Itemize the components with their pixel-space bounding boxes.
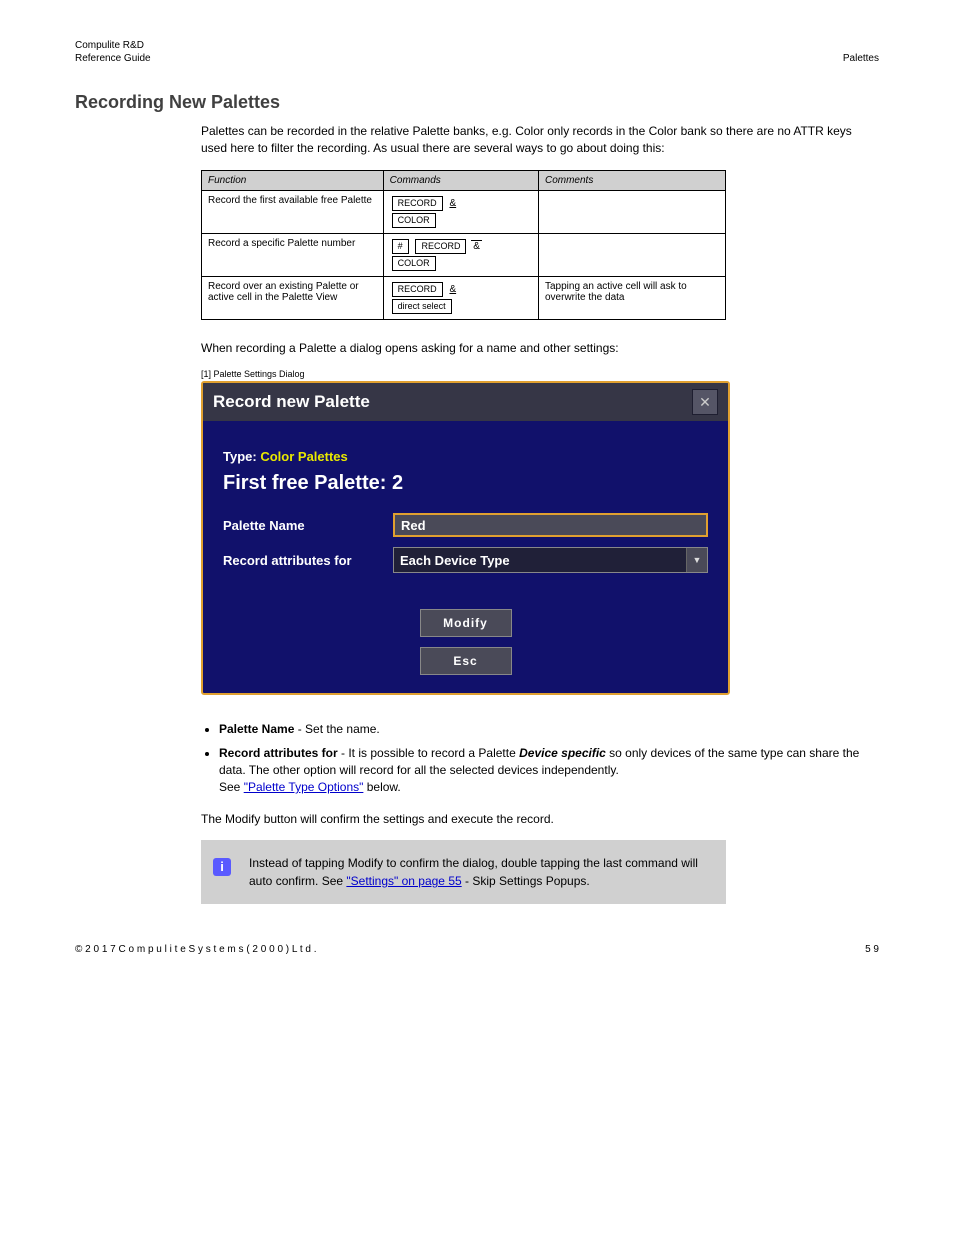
key-record: RECORD	[415, 239, 466, 254]
table-row: Record a specific Palette number # RECOR…	[202, 233, 726, 276]
amp-icon: &	[471, 240, 482, 253]
record-attributes-select[interactable]: Each Device Type ▼	[393, 547, 708, 573]
legend-italic: Device specific	[519, 746, 606, 760]
key-record: RECORD	[392, 196, 443, 211]
amp-icon: &	[447, 284, 458, 295]
footer-copyright: © 2 0 1 7 C o m p u l i t e S y s t e m …	[75, 944, 317, 955]
amp-icon: &	[447, 198, 458, 209]
key-record: RECORD	[392, 282, 443, 297]
settings-link[interactable]: "Settings" on page 55	[346, 874, 461, 888]
cell-function: Record the first available free Palette	[202, 190, 384, 233]
legend-list: Palette Name - Set the name. Record attr…	[201, 721, 879, 797]
record-palette-dialog: Record new Palette ✕ Type: Color Palette…	[201, 381, 730, 695]
header-right: Palettes	[843, 53, 879, 64]
legend-text: - It is possible to record a Palette	[338, 746, 519, 760]
palette-name-label: Palette Name	[223, 518, 393, 533]
close-icon: ✕	[699, 394, 711, 411]
cell-function: Record a specific Palette number	[202, 233, 384, 276]
cell-comment	[538, 190, 725, 233]
cell-function: Record over an existing Palette or activ…	[202, 276, 384, 319]
key-color: COLOR	[392, 256, 436, 271]
key-color: COLOR	[392, 213, 436, 228]
record-attributes-label: Record attributes for	[223, 553, 393, 568]
cell-commands: RECORD & direct select	[383, 276, 538, 319]
see-pre: See	[219, 780, 244, 794]
note-post: - Skip Settings Popups.	[462, 874, 590, 888]
type-value: Color Palettes	[260, 449, 347, 464]
header-left: Reference Guide	[75, 53, 151, 64]
list-item: Palette Name - Set the name.	[219, 721, 879, 738]
chevron-down-icon: ▼	[686, 548, 707, 572]
figure-caption: [1] Palette Settings Dialog	[201, 369, 879, 379]
cell-comment: Tapping an active cell will ask to overw…	[538, 276, 725, 319]
info-icon: i	[213, 858, 231, 876]
th-commands: Commands	[383, 170, 538, 190]
command-table: Function Commands Comments Record the fi…	[201, 170, 726, 320]
th-comments: Comments	[538, 170, 725, 190]
first-free-label: First free Palette: 2	[223, 472, 708, 495]
dialog-title: Record new Palette	[213, 392, 370, 412]
key-hash: #	[392, 239, 409, 254]
legend-term: Palette Name	[219, 722, 294, 736]
cell-commands: RECORD & COLOR	[383, 190, 538, 233]
list-item: Record attributes for - It is possible t…	[219, 745, 879, 797]
footer-page-number: 5 9	[865, 944, 879, 955]
th-function: Function	[202, 170, 384, 190]
esc-button[interactable]: Esc	[420, 647, 512, 675]
legend-text: - Set the name.	[294, 722, 379, 736]
cell-comment	[538, 233, 725, 276]
see-post: below.	[363, 780, 400, 794]
note-box: i Instead of tapping Modify to confirm t…	[201, 840, 726, 904]
type-label: Type:	[223, 449, 257, 464]
select-value: Each Device Type	[400, 553, 510, 568]
table-row: Record the first available free Palette …	[202, 190, 726, 233]
intro-paragraph: Palettes can be recorded in the relative…	[201, 123, 879, 158]
palette-name-input[interactable]	[393, 513, 708, 537]
section-heading: Recording New Palettes	[75, 92, 879, 113]
legend-term: Record attributes for	[219, 746, 338, 760]
product-name: Compulite R&D	[75, 40, 879, 51]
record-dialog-intro: When recording a Palette a dialog opens …	[201, 340, 879, 357]
palette-type-options-link[interactable]: "Palette Type Options"	[244, 780, 364, 794]
close-button[interactable]: ✕	[692, 389, 718, 415]
modify-desc: The Modify button will confirm the setti…	[201, 811, 879, 828]
key-direct-select: direct select	[392, 299, 452, 314]
table-row: Record over an existing Palette or activ…	[202, 276, 726, 319]
cell-commands: # RECORD & COLOR	[383, 233, 538, 276]
modify-button[interactable]: Modify	[420, 609, 512, 637]
